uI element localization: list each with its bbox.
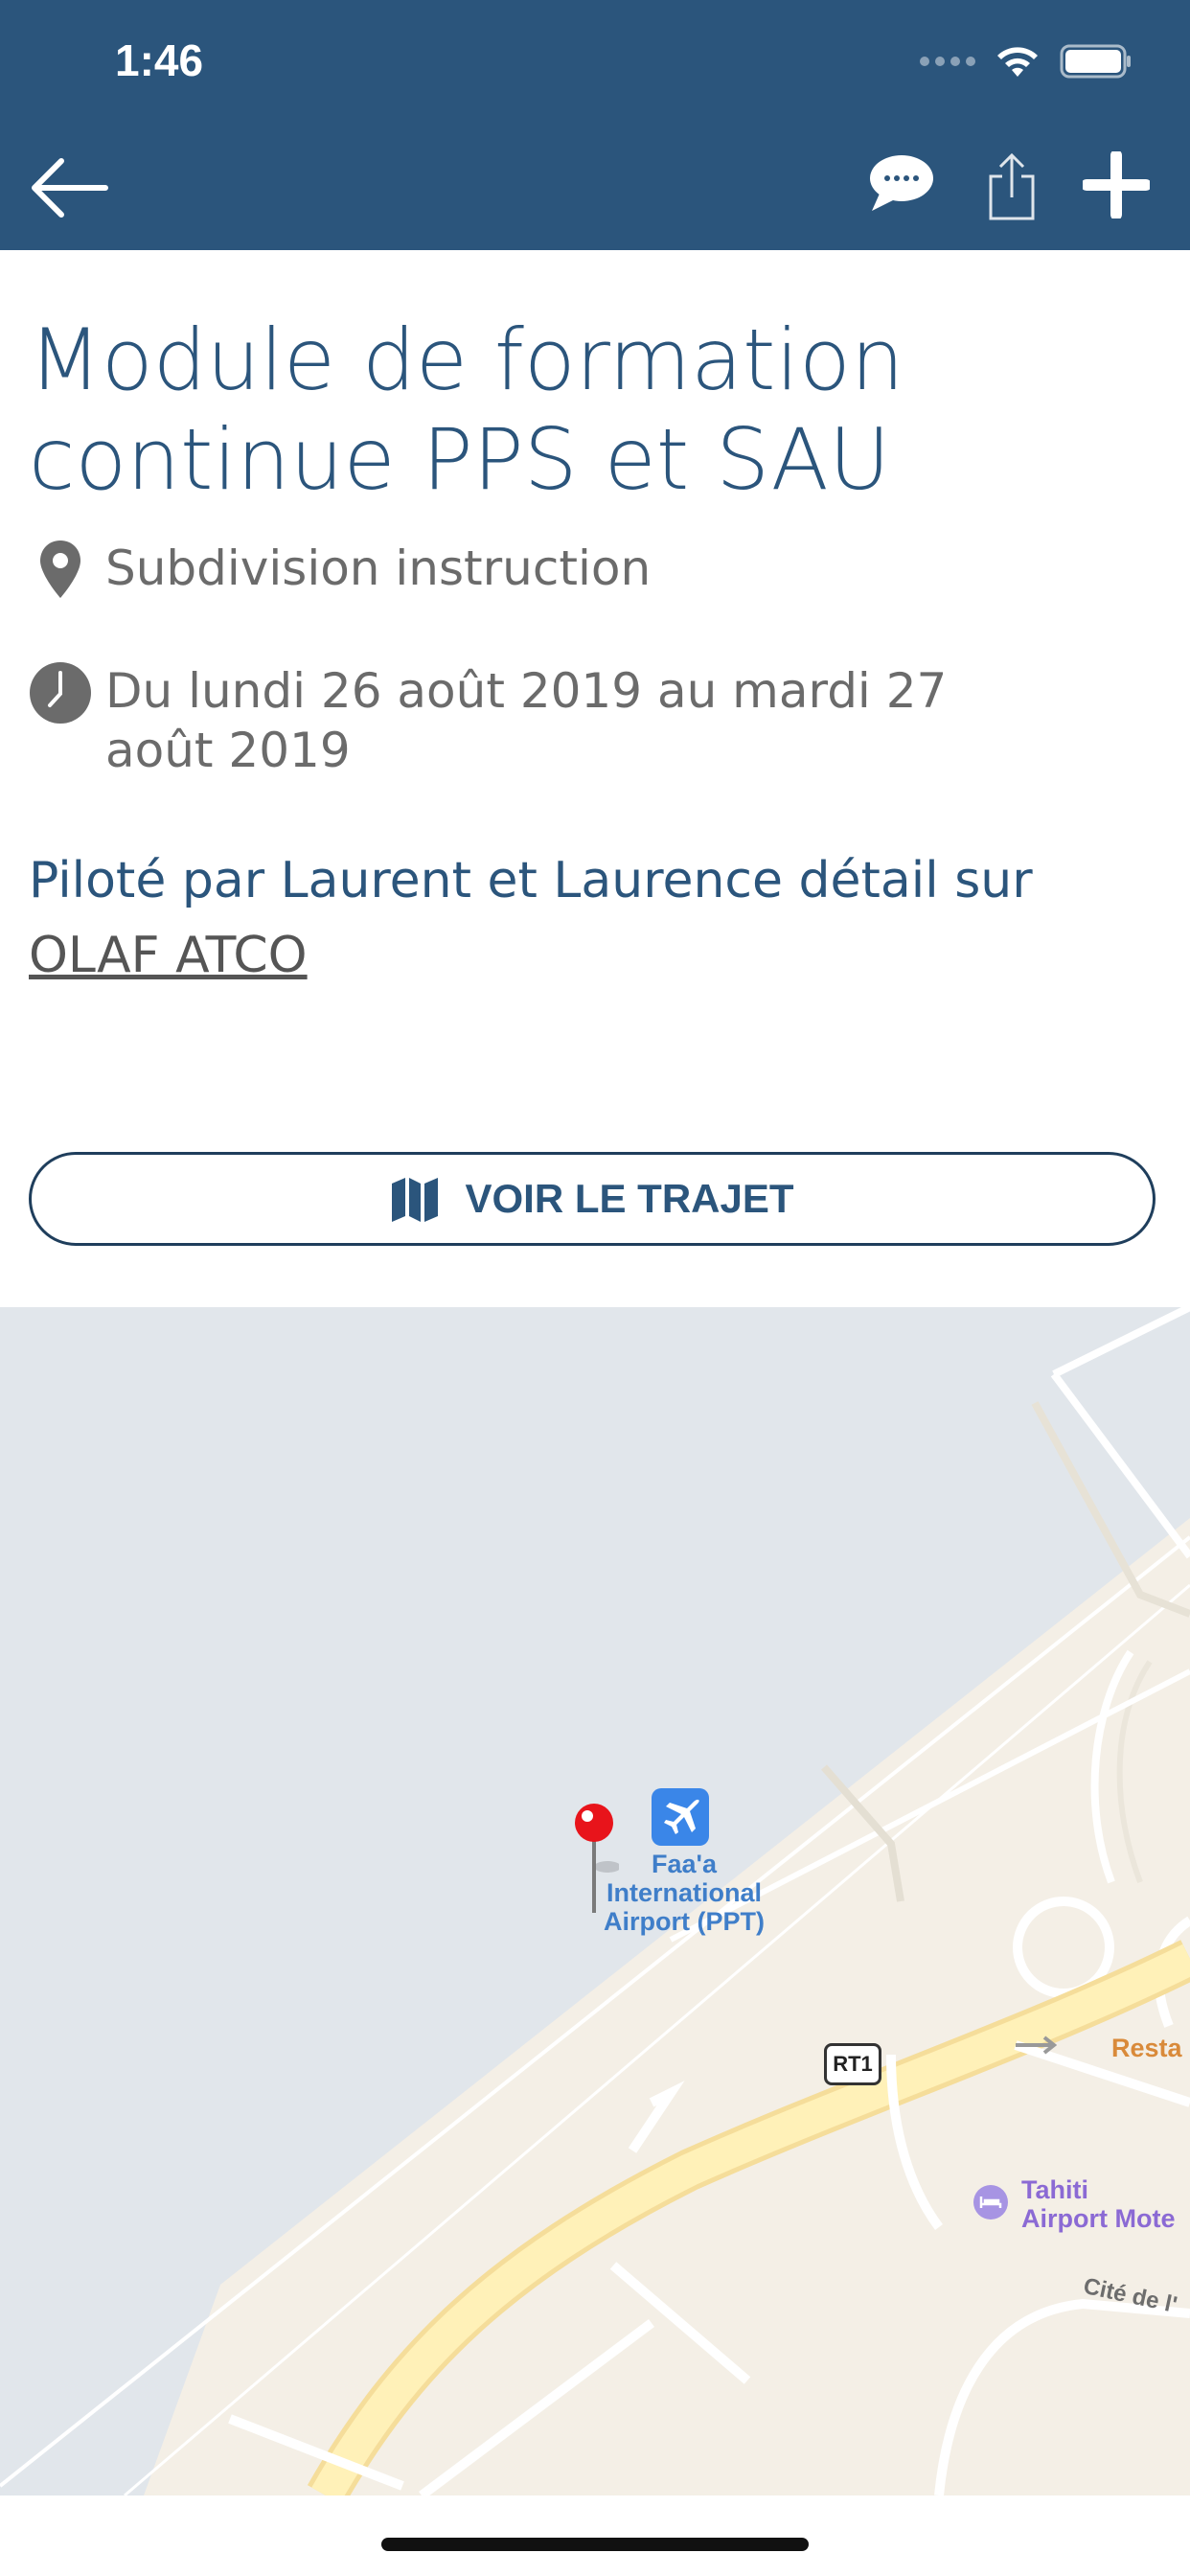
chat-bubble-icon[interactable] <box>868 151 935 215</box>
hotel-label-line2: Airport Mote <box>1021 2204 1176 2233</box>
status-icons <box>920 42 1133 80</box>
header: 1:46 <box>0 0 1190 250</box>
map-icon <box>392 1178 439 1222</box>
view-route-label: VOIR LE TRAJET <box>465 1176 794 1221</box>
wifi-icon <box>997 47 1038 77</box>
hotel-icon[interactable] <box>973 2185 1008 2220</box>
plus-icon[interactable] <box>1083 151 1150 218</box>
olaf-atco-link[interactable]: OLAF ATCO <box>29 927 308 984</box>
location-pin-marker[interactable] <box>571 1802 619 1917</box>
map-view[interactable]: Faa'a International Airport (PPT) RT1 Re… <box>0 1307 1190 2496</box>
hotel-label-line1: Tahiti <box>1021 2175 1088 2204</box>
status-time: 1:46 <box>115 35 204 85</box>
clock-icon <box>30 662 91 724</box>
view-route-button[interactable]: VOIR LE TRAJET <box>29 1152 1156 1246</box>
hotel-label[interactable]: Tahiti Airport Mote <box>1021 2175 1175 2233</box>
road-shield-rt1: RT1 <box>824 2043 881 2085</box>
signal-icon <box>920 57 975 66</box>
date-text: Du lundi 26 août 2019 au mardi 27 août 2… <box>105 663 948 778</box>
location-pin-icon <box>40 540 80 598</box>
airplane-icon[interactable] <box>652 1788 709 1846</box>
event-description: Piloté par Laurent et Laurence détail su… <box>29 843 1159 993</box>
location-text: Subdivision instruction <box>105 540 652 596</box>
back-arrow-icon[interactable] <box>27 153 109 222</box>
battery-icon <box>1060 44 1131 79</box>
event-title: Module de formation continue PPS et SAU <box>29 310 904 509</box>
location-row: Subdivision instruction <box>29 539 651 602</box>
date-row: Du lundi 26 août 2019 au mardi 27 août 2… <box>29 661 968 780</box>
share-icon[interactable] <box>985 150 1039 222</box>
description-text: Piloté par Laurent et Laurence détail su… <box>29 852 1033 909</box>
restaurant-label[interactable]: Resta <box>1111 2034 1182 2063</box>
home-indicator[interactable] <box>381 2538 809 2551</box>
